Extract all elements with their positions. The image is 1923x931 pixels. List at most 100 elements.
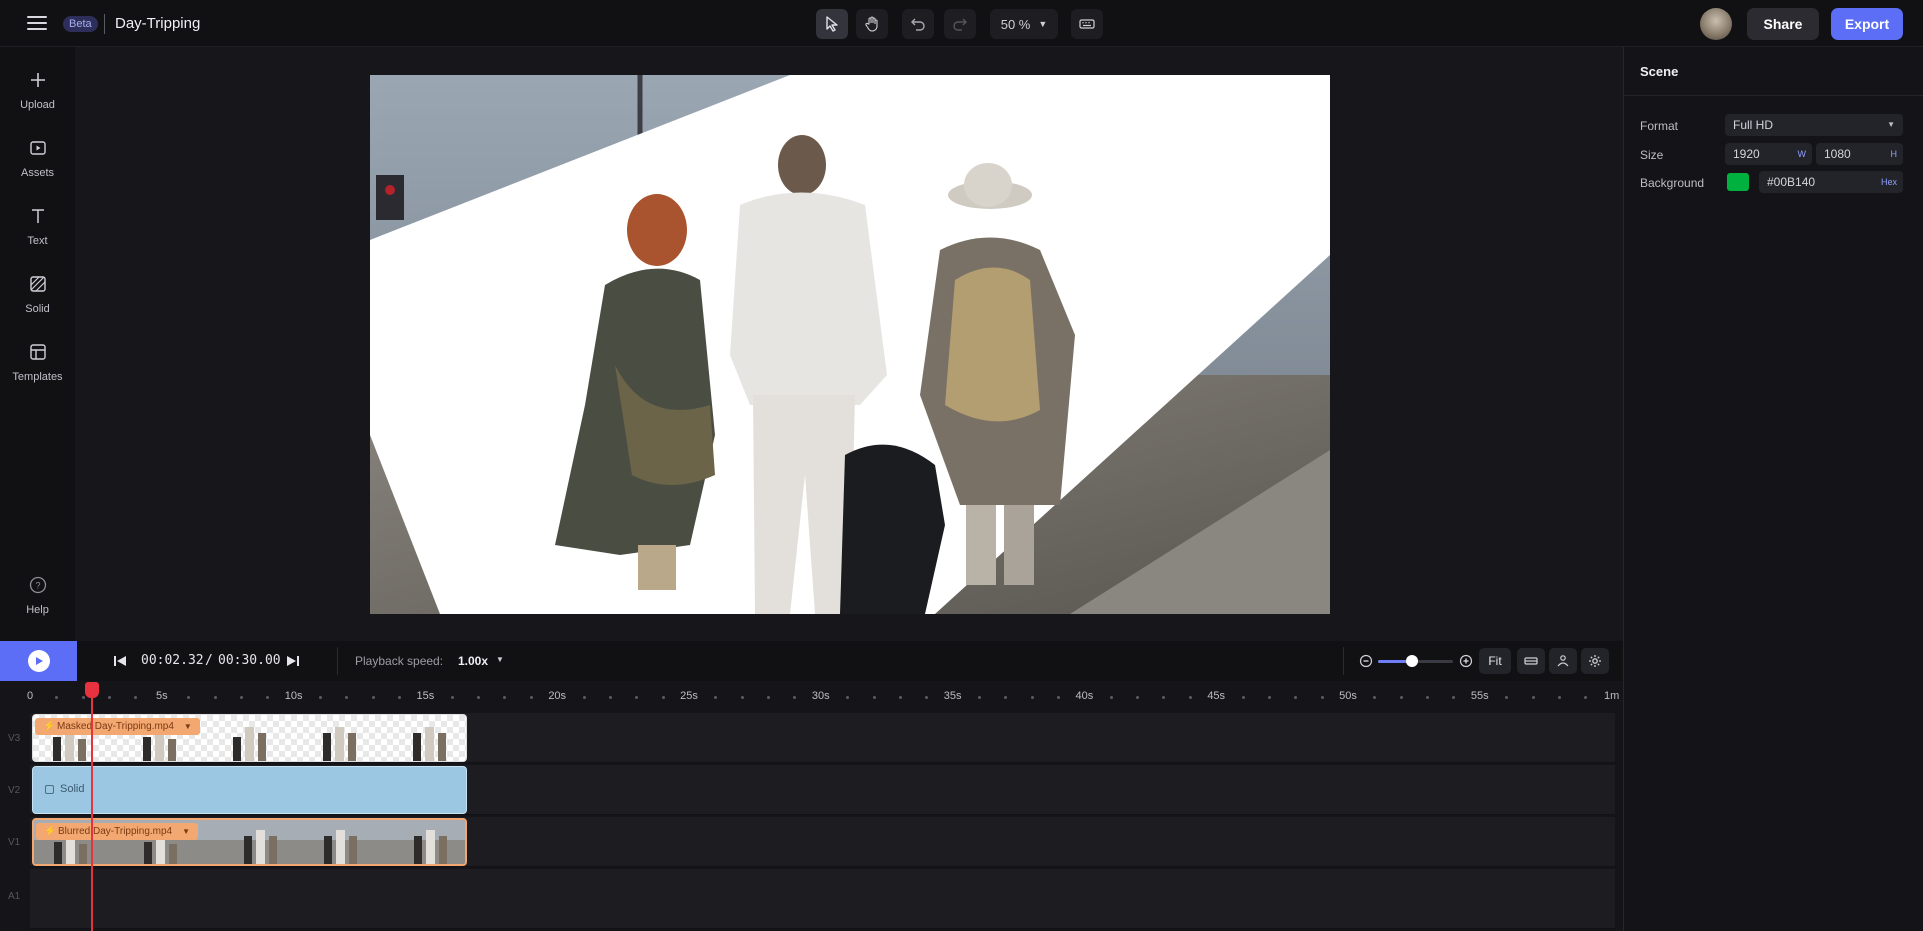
ruler-tick-label: 25s <box>680 690 698 702</box>
help-icon: ? <box>25 572 51 598</box>
gear-icon <box>1589 655 1601 667</box>
ruler-tick-mark <box>977 696 981 699</box>
time-ruler[interactable]: 0 5s 10s 15s 20s 25s 30s 35s 40s 45s 50s 55s 1m <box>0 681 1623 711</box>
track-label: A1 <box>8 891 21 902</box>
ruler-tick-mark <box>318 696 322 699</box>
transport-bar: 00:02.32 / 00:30.00 Playback speed: 1.00… <box>0 641 1623 681</box>
zoom-in-button[interactable] <box>1459 654 1473 671</box>
text-icon <box>25 203 51 229</box>
current-time: 00:02.32 <box>141 653 204 668</box>
undo-button[interactable] <box>902 9 934 39</box>
ruler-tick-mark <box>1373 696 1377 699</box>
undo-icon <box>911 18 925 31</box>
ruler-tick-mark <box>55 696 59 699</box>
background-hex-field[interactable]: #00B140 Hex <box>1759 171 1903 193</box>
ruler-tick-mark <box>1188 696 1192 699</box>
chevron-down-icon: ▼ <box>183 722 192 731</box>
video-preview[interactable] <box>370 75 1330 614</box>
ruler-tick-label: 30s <box>811 690 830 702</box>
playback-speed-dropdown[interactable]: 1.00x ▼ <box>458 649 528 673</box>
ruler-tick-mark <box>477 696 481 699</box>
track-label: V3 <box>8 733 21 744</box>
ruler-tick-mark <box>740 696 744 699</box>
hand-tool-button[interactable] <box>856 9 888 39</box>
fit-button[interactable]: Fit <box>1479 648 1511 674</box>
width-suffix: W <box>1797 149 1807 159</box>
sidebar-item-solid[interactable]: Solid <box>0 271 75 315</box>
zoom-out-button[interactable] <box>1359 654 1373 671</box>
time-separator: / <box>205 653 213 668</box>
chevron-down-icon: ▼ <box>1038 19 1048 29</box>
ruler-tick-mark <box>398 696 402 699</box>
ruler-tick-label: 1m <box>1603 690 1620 702</box>
clip-solid[interactable]: Solid <box>32 766 467 814</box>
ruler-tick-mark <box>608 696 612 699</box>
export-button[interactable]: Export <box>1831 8 1903 40</box>
timeline-settings-button[interactable] <box>1581 648 1609 674</box>
clip-masked-video[interactable]: ⚡ Masked Day-Tripping.mp4 ▼ <box>32 714 467 762</box>
zoom-value: 50 % <box>1000 16 1031 32</box>
ruler-tick-mark <box>239 696 243 699</box>
format-value: Full HD <box>1733 118 1774 132</box>
sidebar-item-upload[interactable]: Upload <box>0 67 75 111</box>
zoom-dropdown[interactable]: 50 % ▼ <box>990 9 1058 39</box>
skip-to-start-button[interactable] <box>113 654 127 671</box>
menu-icon[interactable] <box>27 16 47 32</box>
ruler-tick-mark <box>266 696 270 699</box>
split-view-button[interactable] <box>1517 648 1545 674</box>
height-field[interactable]: 1080 H <box>1816 143 1903 165</box>
cursor-arrow-icon <box>826 16 838 32</box>
ruler-tick-mark <box>1294 696 1298 699</box>
divider <box>1343 647 1344 675</box>
select-tool-button[interactable] <box>816 9 848 39</box>
clip-label-tag[interactable]: ⚡ Masked Day-Tripping.mp4 ▼ <box>35 718 200 735</box>
clip-name: Solid <box>60 783 85 795</box>
background-color-swatch[interactable] <box>1727 173 1749 191</box>
ruler-tick-mark <box>1136 696 1140 699</box>
width-field[interactable]: 1920 W <box>1725 143 1812 165</box>
ruler-tick-label: 40s <box>1075 690 1094 702</box>
solid-clip-label: Solid <box>45 783 84 795</box>
sidebar-item-templates[interactable]: Templates <box>0 339 75 383</box>
playhead-handle[interactable] <box>85 682 99 698</box>
height-suffix: H <box>1890 149 1898 159</box>
clip-blurred-video[interactable]: ⚡ Blurred Day-Tripping.mp4 ▼ <box>32 818 467 866</box>
sidebar-item-assets[interactable]: Assets <box>0 135 75 179</box>
keyboard-icon <box>1079 19 1095 29</box>
hand-icon <box>865 16 878 32</box>
panel-title: Scene <box>1640 64 1679 79</box>
play-button[interactable] <box>0 641 77 681</box>
hex-suffix: Hex <box>1880 177 1897 187</box>
ruler-tick-label: 45s <box>1207 690 1226 702</box>
ruler-tick-mark <box>582 696 586 699</box>
clip-label-tag[interactable]: ⚡ Blurred Day-Tripping.mp4 ▼ <box>36 823 199 840</box>
format-select[interactable]: Full HD ▼ <box>1725 114 1903 136</box>
ruler-tick-label: 15s <box>416 690 435 702</box>
ruler-tick-mark <box>503 696 507 699</box>
ruler-tick-mark <box>1241 696 1245 699</box>
sidebar-item-help[interactable]: ? Help <box>0 572 75 616</box>
skip-to-end-button[interactable] <box>286 654 300 671</box>
redo-button[interactable] <box>944 9 976 39</box>
playhead-line <box>91 688 93 931</box>
background-hex-value: #00B140 <box>1767 175 1816 189</box>
track-a1[interactable] <box>30 869 1615 929</box>
svg-text:?: ? <box>35 581 40 591</box>
sidebar-item-label: Upload <box>20 99 55 111</box>
project-title[interactable]: Day-Tripping <box>115 14 200 34</box>
zoom-out-icon <box>1359 654 1373 668</box>
slider-handle[interactable] <box>1405 655 1418 667</box>
share-button[interactable]: Share <box>1747 8 1819 40</box>
ruler-tick-label: 0 <box>26 690 34 702</box>
timeline-zoom-slider[interactable] <box>1378 655 1453 667</box>
chevron-down-icon: ▼ <box>496 655 504 664</box>
preview-frame-image <box>370 75 1330 614</box>
ruler-tick-mark <box>1584 696 1588 699</box>
avatar[interactable] <box>1700 8 1732 40</box>
ruler-tick-mark <box>661 696 665 699</box>
templates-icon <box>25 339 51 365</box>
keyboard-shortcuts-button[interactable] <box>1071 9 1103 39</box>
solid-icon <box>45 784 54 794</box>
sidebar-item-text[interactable]: Text <box>0 203 75 247</box>
snap-button[interactable] <box>1549 648 1577 674</box>
